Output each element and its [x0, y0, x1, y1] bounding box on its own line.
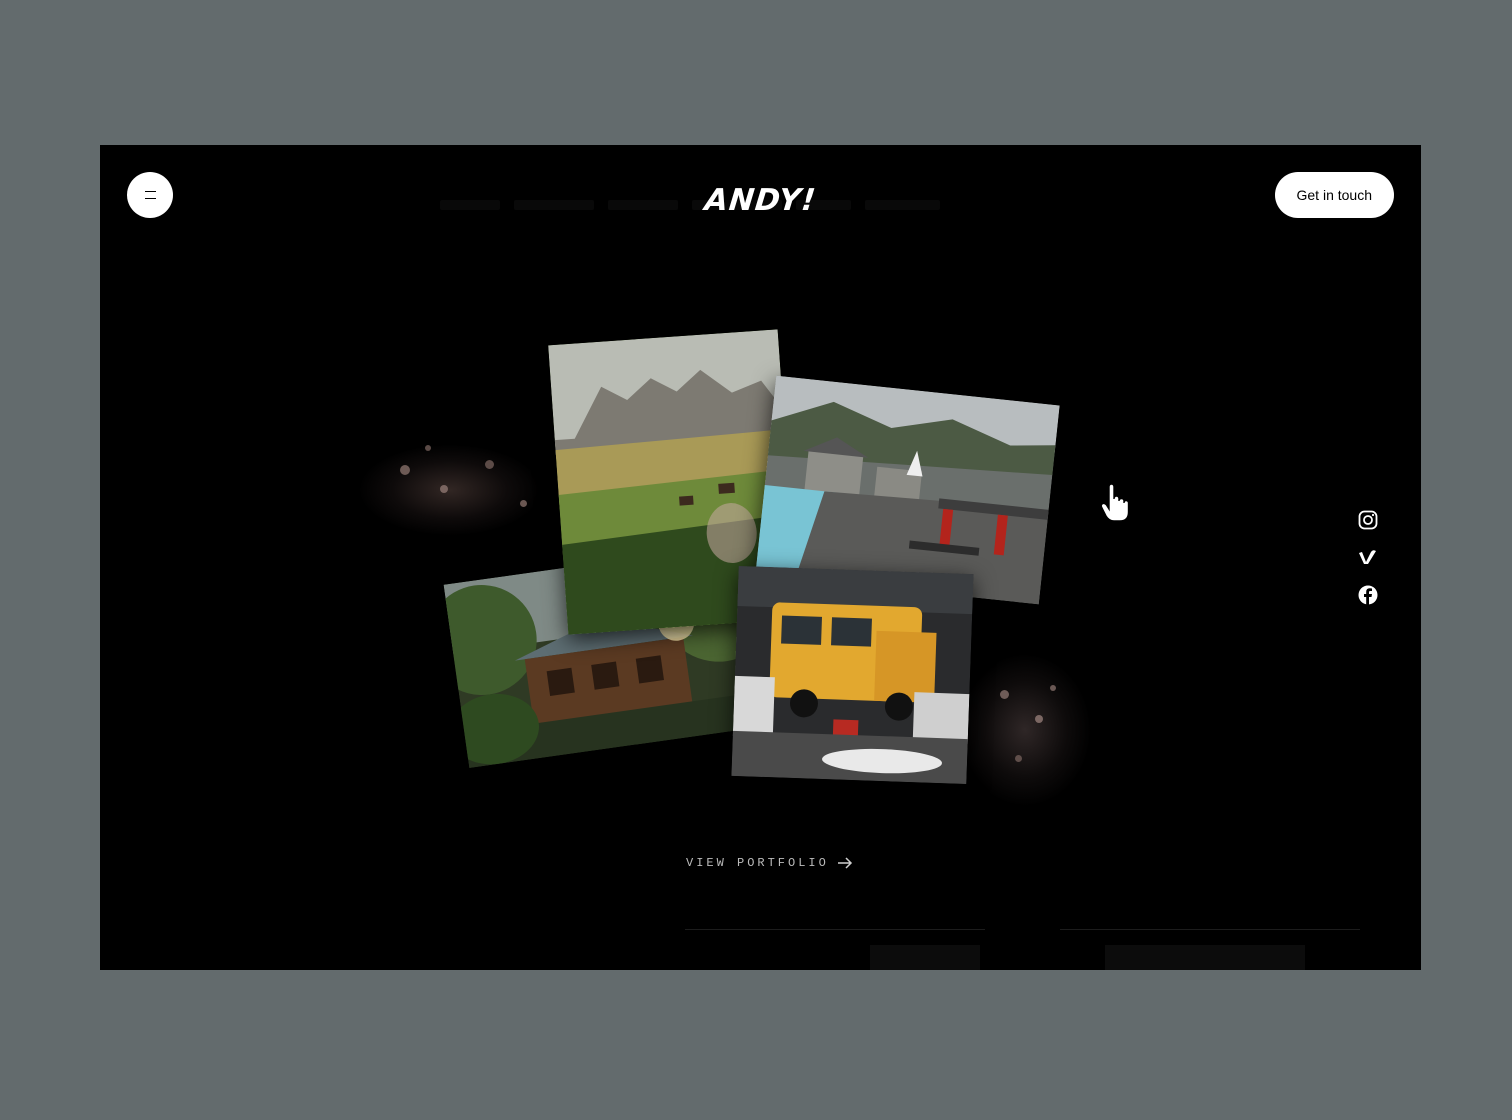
flower-cluster-right: [960, 645, 1100, 815]
view-portfolio-link[interactable]: VIEW PORTFOLIO: [686, 856, 853, 870]
browser-window: ANDY! Get in touch VIEW PORTFOLIO: [100, 145, 1421, 970]
vimeo-icon[interactable]: [1356, 545, 1380, 569]
facebook-icon[interactable]: [1356, 583, 1380, 607]
hand-cursor-icon: [1100, 483, 1130, 522]
instagram-icon[interactable]: [1356, 508, 1380, 532]
yellow-bus-photo[interactable]: [731, 565, 974, 785]
arrow-right-icon: [837, 857, 852, 869]
next-section-peek: [1105, 945, 1305, 970]
flower-cluster-left: [320, 405, 570, 555]
next-section-peek: [870, 945, 980, 970]
section-divider-right: [1060, 929, 1360, 930]
section-divider-left: [685, 929, 985, 930]
get-in-touch-button[interactable]: Get in touch: [1274, 172, 1394, 218]
site-logo[interactable]: ANDY!: [100, 183, 1421, 218]
view-portfolio-label: VIEW PORTFOLIO: [686, 856, 829, 870]
